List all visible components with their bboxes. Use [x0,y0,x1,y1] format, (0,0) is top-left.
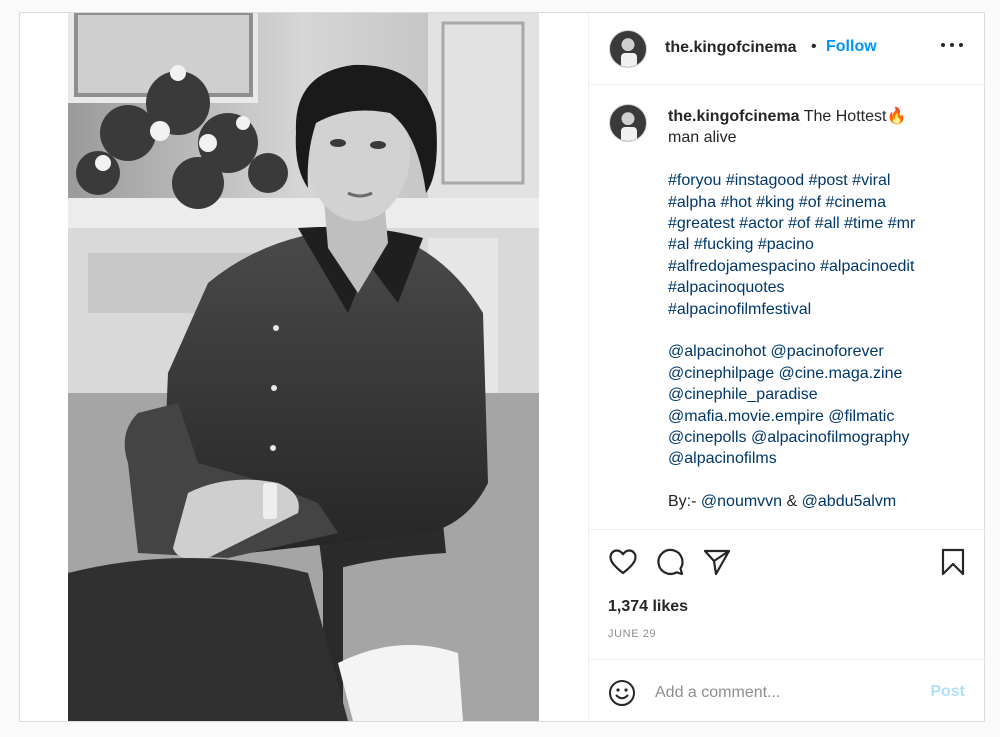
caption-line: By:- @noumvvn & @abdu5alvm [668,493,897,511]
hashtag-link[interactable]: #of [799,194,821,211]
caption-text: the.kingofcinema The Hottest🔥 man alive #f… [668,106,968,513]
emoji-icon[interactable] [608,679,636,707]
more-options-icon[interactable] [941,40,963,50]
comment-bar: Post [589,659,985,721]
hashtag-link[interactable]: #greatest [668,215,735,232]
caption-line: @cinepolls @alpacinofilmography [668,427,968,448]
hashtag-link[interactable]: #alpha [668,194,716,211]
caption-line: #alpacinofilmfestival [668,299,968,320]
hashtag-link[interactable]: #viral [852,172,890,189]
caption-line: @alpacinohot @pacinoforever [668,341,968,362]
photo-illustration [68,13,539,721]
post-frame: the.kingofcinema • Follow the.kingofcine… [19,12,985,722]
post-photo[interactable] [68,13,539,721]
hashtag-link[interactable]: #alpacinoquotes [668,279,785,296]
bookmark-icon[interactable] [941,548,965,576]
hashtag-link[interactable]: #al [668,236,689,253]
post-comment-button[interactable]: Post [930,683,965,701]
hashtag-link[interactable]: #alpacinoedit [820,258,914,275]
hashtag-link[interactable]: #actor [739,215,783,232]
caption-line: man alive [668,127,968,148]
post-date[interactable]: JUNE 29 [608,628,656,640]
caption-line: #alfredojamespacino #alpacinoedit [668,256,968,277]
post-header: the.kingofcinema • Follow [589,13,985,85]
caption-line-text: man alive [668,129,737,147]
hashtag-link[interactable]: #alfredojamespacino [668,258,816,275]
caption-line: #greatest #actor #of #all #time #mr [668,213,968,234]
mention-link[interactable]: @alpacinohot [668,343,766,360]
hashtag-link[interactable]: #foryou [668,172,721,189]
media-area [20,13,588,721]
mention-link[interactable]: @mafia.movie.empire [668,408,824,425]
caption-line: @cinephile_paradise [668,384,968,405]
caption-line: #alpha #hot #king #of #cinema [668,192,968,213]
caption-line: #al #fucking #pacino [668,234,968,255]
hashtag-link[interactable]: #pacino [758,236,814,253]
author-username[interactable]: the.kingofcinema [665,39,797,57]
hashtag-link[interactable]: #of [788,215,810,232]
mention-link[interactable]: @cinephilpage [668,365,774,382]
comment-icon[interactable] [656,548,684,576]
caption-area: the.kingofcinema The Hottest🔥 man alive #f… [589,86,985,530]
hashtag-link[interactable]: #time [844,215,883,232]
mention-link[interactable]: @cine.maga.zine [779,365,903,382]
mention-link[interactable]: @pacinoforever [771,343,884,360]
send-icon[interactable] [703,548,731,576]
follow-button[interactable]: Follow [826,38,877,56]
hashtag-link[interactable]: #hot [721,194,752,211]
caption-line: @alpacinofilms [668,448,968,469]
caption-author-avatar[interactable] [609,104,647,142]
heart-icon[interactable] [609,549,637,575]
hashtag-link[interactable]: #post [809,172,848,189]
comment-input[interactable] [655,682,915,704]
mention-link[interactable]: @cinepolls [668,429,747,446]
likes-count[interactable]: 1,374 likes [608,598,688,616]
mention-link[interactable]: @alpacinofilms [668,450,777,467]
hashtag-link[interactable]: #alpacinofilmfestival [668,301,811,318]
caption-line: the.kingofcinema The Hottest🔥 [668,106,968,127]
author-avatar[interactable] [609,30,647,68]
mention-link[interactable]: @noumvvn [701,493,782,510]
hashtag-link[interactable]: #cinema [826,194,886,211]
hashtag-link[interactable]: #all [815,215,840,232]
caption-line: #foryou #instagood #post #viral [668,170,968,191]
hashtag-link[interactable]: #instagood [726,172,804,189]
caption-line: @cinephilpage @cine.maga.zine [668,363,968,384]
hashtag-link[interactable]: #mr [888,215,916,232]
post-sidebar: the.kingofcinema • Follow the.kingofcine… [588,13,985,721]
mention-link[interactable]: @filmatic [828,408,894,425]
caption-line: @mafia.movie.empire @filmatic [668,406,968,427]
mention-link[interactable]: @abdu5alvm [802,493,897,510]
caption-username[interactable]: the.kingofcinema [668,108,800,125]
hashtag-link[interactable]: #fucking [694,236,754,253]
mention-link[interactable]: @cinephile_paradise [668,386,818,403]
hashtag-link[interactable]: #king [756,194,794,211]
action-bar [589,531,985,591]
caption-line-text: The Hottest🔥 [803,108,907,125]
mention-link[interactable]: @alpacinofilmography [751,429,910,446]
separator-dot: • [811,38,817,55]
caption-line: #alpacinoquotes [668,277,968,298]
